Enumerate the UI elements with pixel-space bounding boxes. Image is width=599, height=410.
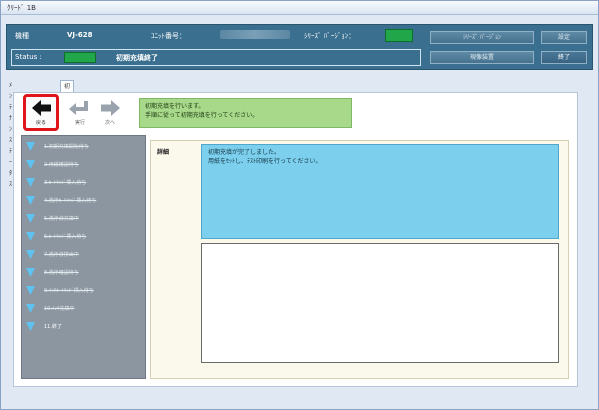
detail-label: 詳細 xyxy=(157,149,170,156)
status-value: 初期充填終了 xyxy=(116,54,158,62)
step-check-icon xyxy=(26,178,35,187)
step-item: 1.初期充填開始待ち xyxy=(26,139,144,153)
step-check-icon xyxy=(26,232,35,241)
step-item: 5.洗浄液充填中 xyxy=(26,211,144,225)
step-check-icon xyxy=(26,304,35,313)
status-header: 機種 VJ-628 ﾕﾆｯﾄ番号： ｼﾘｰｽﾞ ﾊﾞｰｼﾞｮﾝ： Status … xyxy=(6,24,593,70)
main-window: ｸﾘｰﾄﾞ 1B 機種 VJ-628 ﾕﾆｯﾄ番号： ｼﾘｰｽﾞ ﾊﾞｰｼﾞｮﾝ… xyxy=(0,0,599,410)
detail-message: 初期充填が完了しました。 用紙をｾｯﾄし、ﾃｽﾄ印刷を行ってください。 xyxy=(201,144,559,239)
arrow-right-icon xyxy=(101,100,120,116)
detail-image-area xyxy=(201,243,559,363)
step-check-icon xyxy=(26,250,35,259)
message-line-2: 手順に従って初期充填を行ってください。 xyxy=(145,112,259,119)
step-item-current: 11.終了 xyxy=(26,319,144,333)
step-item: 8.洗浄確認待ち xyxy=(26,265,144,279)
title-bar: ｸﾘｰﾄﾞ 1B xyxy=(1,1,598,15)
model-value: VJ-628 xyxy=(67,31,93,39)
status-indicator xyxy=(64,52,96,63)
window-title: ｸﾘｰﾄﾞ 1B xyxy=(7,4,36,12)
arrow-left-icon xyxy=(32,100,51,116)
next-label: 次へ xyxy=(104,120,115,126)
toolbar: 戻る 実行 次へ xyxy=(14,93,144,131)
unit-number-value-blurred xyxy=(220,30,290,39)
step-item: 2.用紙確認待ち xyxy=(26,157,144,171)
unit-number-label: ﾕﾆｯﾄ番号： xyxy=(151,32,186,40)
step-item: 9.ｲﾝｸｶｰﾄﾘｯｼﾞ挿入待ち xyxy=(26,283,144,297)
exit-button[interactable]: 終了 xyxy=(541,51,587,64)
version-indicator xyxy=(385,29,413,42)
step-check-icon xyxy=(26,214,35,223)
step-item: 3.ｶｰﾄﾘｯｼﾞ挿入待ち xyxy=(26,175,144,189)
step-check-icon xyxy=(26,196,35,205)
step-item: 7.洗浄液排出中 xyxy=(26,247,144,261)
step-current-icon xyxy=(26,322,35,331)
step-check-icon xyxy=(26,286,35,295)
status-label: Status : xyxy=(15,53,42,61)
series-version-button[interactable]: ｼﾘｰｽﾞ ﾊﾞｰｼﾞｮﾝ xyxy=(430,31,534,44)
step-check-icon xyxy=(26,268,35,277)
step-list: 1.初期充填開始待ち 2.用紙確認待ち 3.ｶｰﾄﾘｯｼﾞ挿入待ち 4.洗浄ｶｰ… xyxy=(21,135,146,379)
step-item: 6.ｶｰﾄﾘｯｼﾞ挿入待ち xyxy=(26,229,144,243)
settings-button[interactable]: 設定 xyxy=(541,31,587,44)
tab-maintenance-status[interactable]: ﾒﾝﾃﾅﾝｽﾃｰﾀｽ xyxy=(6,80,15,188)
serial-version-label: ｼﾘｰｽﾞ ﾊﾞｰｼﾞｮﾝ： xyxy=(304,32,356,40)
instruction-message: 初期充填を行います。 手順に従って初期充填を行ってください。 xyxy=(139,98,352,128)
status-frame: Status : 初期充填終了 xyxy=(11,49,421,66)
back-label: 戻る xyxy=(35,120,46,126)
execute-button[interactable]: 実行 xyxy=(67,97,93,127)
execute-label: 実行 xyxy=(74,120,85,126)
step-check-icon xyxy=(26,142,35,151)
model-label: 機種 xyxy=(15,32,29,40)
step-item: 4.洗浄ｶｰﾄﾘｯｼﾞ挿入待ち xyxy=(26,193,144,207)
step-item: 10.ｲﾝｸ充填中 xyxy=(26,301,144,315)
step-check-icon xyxy=(26,160,35,169)
tab-initial-fill[interactable]: 初期充填 xyxy=(60,80,75,123)
detail-line-1: 初期充填が完了しました。 xyxy=(208,149,281,156)
content-panel: 戻る 実行 次へ 初期充填を行います。 手順に従って初期充填を行ってください。 xyxy=(13,92,578,387)
return-arrow-icon xyxy=(69,101,88,115)
detail-panel: 詳細 初期充填が完了しました。 用紙をｾｯﾄし、ﾃｽﾄ印刷を行ってください。 xyxy=(150,140,569,379)
detail-line-2: 用紙をｾｯﾄし、ﾃｽﾄ印刷を行ってください。 xyxy=(208,158,322,165)
message-line-1: 初期充填を行います。 xyxy=(145,103,205,110)
back-button[interactable]: 戻る xyxy=(23,94,59,131)
developer-button[interactable]: 現像装置 xyxy=(430,51,534,64)
next-button[interactable]: 次へ xyxy=(97,97,123,127)
